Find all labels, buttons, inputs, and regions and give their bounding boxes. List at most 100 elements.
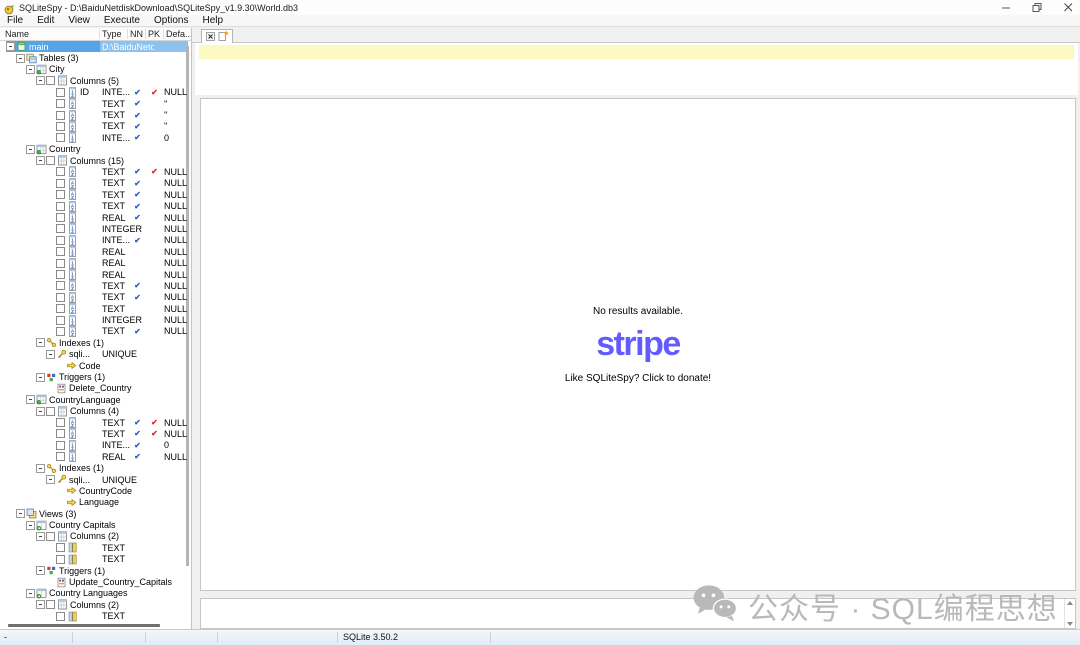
tree-row[interactable]: TEXT (0, 611, 192, 622)
collapse-minus-icon[interactable] (36, 373, 45, 382)
node-checkbox[interactable] (56, 99, 65, 108)
tree-row[interactable]: AZTEXT✔'' (0, 98, 192, 109)
minimize-button[interactable] (1001, 2, 1012, 13)
tree-header-pk[interactable]: PK (148, 29, 160, 39)
query-tab[interactable] (201, 29, 233, 43)
node-checkbox[interactable] (46, 407, 55, 416)
menu-edit[interactable]: Edit (37, 15, 62, 26)
collapse-minus-icon[interactable] (6, 42, 15, 51)
node-checkbox[interactable] (56, 167, 65, 176)
node-checkbox[interactable] (56, 270, 65, 279)
tree-row[interactable]: AZTEXT✔✔NULL (0, 428, 192, 439)
collapse-minus-icon[interactable] (16, 54, 25, 63)
tree-row[interactable]: CountryCode (0, 485, 192, 496)
close-button[interactable] (1063, 2, 1074, 13)
tree-row[interactable]: Indexes (1) (0, 462, 192, 473)
collapse-minus-icon[interactable] (26, 65, 35, 74)
tree-row[interactable]: AZTEXT✔NULL (0, 280, 192, 291)
scroll-down-icon[interactable] (1067, 622, 1073, 626)
tree-row[interactable]: Triggers (1) (0, 371, 192, 382)
collapse-minus-icon[interactable] (36, 566, 45, 575)
tree-row[interactable]: AZTEXT✔✔NULL (0, 166, 192, 177)
node-checkbox[interactable] (56, 179, 65, 188)
node-checkbox[interactable] (56, 88, 65, 97)
node-checkbox[interactable] (46, 76, 55, 85)
tree-row[interactable]: 12INTE...✔NULL (0, 235, 192, 246)
node-checkbox[interactable] (56, 452, 65, 461)
node-checkbox[interactable] (56, 316, 65, 325)
tree-row[interactable]: AZTEXT✔NULL (0, 292, 192, 303)
collapse-minus-icon[interactable] (26, 589, 35, 598)
tree-row[interactable]: 12REALNULL (0, 269, 192, 280)
tree-row[interactable]: Country Languages (0, 588, 192, 599)
tree-row[interactable]: AZTEXT✔'' (0, 109, 192, 120)
menu-view[interactable]: View (68, 15, 98, 26)
tree-row[interactable]: Triggers (1) (0, 565, 192, 576)
node-checkbox[interactable] (56, 327, 65, 336)
tree-row[interactable]: AZTEXT✔NULL (0, 200, 192, 211)
tree-row[interactable]: Country Capitals (0, 519, 192, 530)
tree-row[interactable]: 12INTE...✔0 (0, 440, 192, 451)
tree-row[interactable]: Code (0, 360, 192, 371)
stripe-logo[interactable]: stripe (596, 327, 680, 361)
node-checkbox[interactable] (56, 133, 65, 142)
tree-row[interactable]: TEXT (0, 542, 192, 553)
menu-options[interactable]: Options (154, 15, 196, 26)
node-checkbox[interactable] (56, 543, 65, 552)
tree-row[interactable]: Country (0, 144, 192, 155)
tree-row[interactable]: Views (3) (0, 508, 192, 519)
tree-header-type[interactable]: Type (102, 29, 122, 39)
sql-editor[interactable] (195, 43, 1078, 95)
collapse-minus-icon[interactable] (36, 407, 45, 416)
tree-row[interactable]: AZTEXT✔NULL (0, 178, 192, 189)
tree-header-name[interactable]: Name (5, 29, 29, 39)
node-checkbox[interactable] (46, 532, 55, 541)
node-checkbox[interactable] (46, 600, 55, 609)
collapse-minus-icon[interactable] (36, 76, 45, 85)
node-checkbox[interactable] (56, 612, 65, 621)
tree-row[interactable]: 12IDINTE...✔✔NULL (0, 87, 192, 98)
node-checkbox[interactable] (56, 304, 65, 313)
node-checkbox[interactable] (56, 224, 65, 233)
node-checkbox[interactable] (56, 259, 65, 268)
tree-row[interactable]: 12REALNULL (0, 257, 192, 268)
node-checkbox[interactable] (46, 156, 55, 165)
node-checkbox[interactable] (56, 202, 65, 211)
collapse-minus-icon[interactable] (36, 600, 45, 609)
node-checkbox[interactable] (56, 122, 65, 131)
node-checkbox[interactable] (56, 429, 65, 438)
node-checkbox[interactable] (56, 281, 65, 290)
tree-row[interactable]: mainD:\BaiduNetdiskDownload\ (0, 41, 192, 52)
collapse-minus-icon[interactable] (46, 350, 55, 359)
collapse-minus-icon[interactable] (26, 395, 35, 404)
tree-row[interactable]: CountryLanguage (0, 394, 192, 405)
collapse-minus-icon[interactable] (36, 464, 45, 473)
bottom-strip-scrollbar[interactable] (1064, 599, 1075, 628)
tree-row[interactable]: Delete_Country (0, 383, 192, 394)
node-checkbox[interactable] (56, 190, 65, 199)
tree-row[interactable]: Columns (15) (0, 155, 192, 166)
tree-row[interactable]: 12REAL✔NULL (0, 212, 192, 223)
node-checkbox[interactable] (56, 111, 65, 120)
tree-header-default[interactable]: Defa... (166, 29, 192, 39)
tree-row[interactable]: sqli...UNIQUE (0, 349, 192, 360)
collapse-minus-icon[interactable] (46, 475, 55, 484)
collapse-minus-icon[interactable] (16, 509, 25, 518)
tree-row[interactable]: AZTEXT✔✔NULL (0, 417, 192, 428)
tree-horizontal-scrollbar[interactable] (0, 622, 185, 628)
collapse-minus-icon[interactable] (36, 338, 45, 347)
tree-row[interactable]: AZTEXT✔NULL (0, 326, 192, 337)
tree-row[interactable]: Columns (2) (0, 531, 192, 542)
node-checkbox[interactable] (56, 247, 65, 256)
tree-row[interactable]: 12REAL✔NULL (0, 451, 192, 462)
tree-header-nn[interactable]: NN (130, 29, 143, 39)
menu-file[interactable]: File (7, 15, 31, 26)
collapse-minus-icon[interactable] (36, 156, 45, 165)
tree-row[interactable]: 12INTEGERNULL (0, 223, 192, 234)
node-checkbox[interactable] (56, 441, 65, 450)
node-checkbox[interactable] (56, 236, 65, 245)
donate-link[interactable]: Like SQLiteSpy? Click to donate! (565, 373, 711, 384)
tree-row[interactable]: Tables (3) (0, 52, 192, 63)
menu-execute[interactable]: Execute (104, 15, 148, 26)
scrollbar-thumb[interactable] (8, 624, 160, 627)
